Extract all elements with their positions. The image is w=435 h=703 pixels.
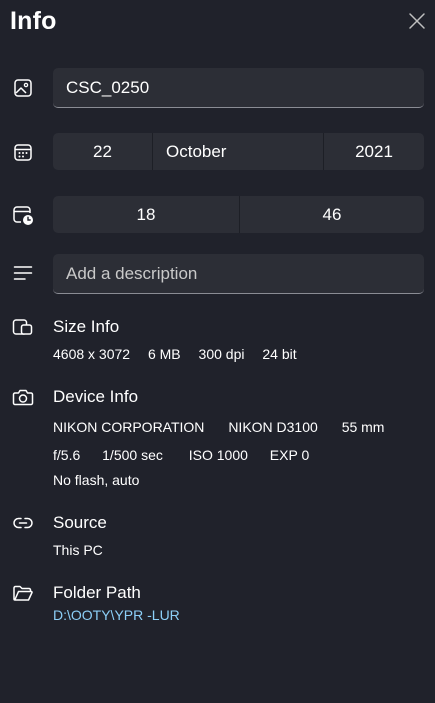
focal-length-value: 55 mm [341,419,385,435]
panel-title: Info [10,7,57,35]
calendar-icon [12,141,34,163]
size-info-row: 4608 x 3072 6 MB 300 dpi 24 bit [53,346,297,362]
calendar-clock-icon [12,204,34,226]
bit-depth-value: 24 bit [262,346,297,362]
device-row-2: f/5.6 1/500 sec ISO 1000 EXP 0 [53,447,309,463]
size-info-icon [12,316,34,338]
close-icon [409,13,425,29]
time-picker[interactable]: 18 46 [53,196,424,233]
folder-path-heading: Folder Path [53,583,141,602]
close-button[interactable] [404,8,430,34]
description-input[interactable] [53,254,424,293]
description-field[interactable] [53,254,424,294]
file-size-value: 6 MB [147,346,181,362]
date-day[interactable]: 22 [53,133,153,170]
info-panel: Info 22 October 2021 [0,0,435,703]
name-input[interactable] [53,68,424,107]
exposure-value: EXP 0 [269,447,310,463]
manufacturer-value: NIKON CORPORATION [53,419,205,435]
resolution-value: 300 dpi [198,346,245,362]
date-picker[interactable]: 22 October 2021 [53,133,424,170]
camera-icon [12,386,34,408]
folder-path-link[interactable]: D:\OOTY\YPR -LUR [53,607,180,623]
source-heading: Source [53,513,107,532]
dimensions-value: 4608 x 3072 [53,346,131,362]
name-field[interactable] [53,68,424,108]
device-row-3: No flash, auto [53,472,139,488]
time-hour[interactable]: 18 [53,196,240,233]
text-lines-icon [12,262,34,284]
date-month[interactable]: October [153,133,324,170]
iso-value: ISO 1000 [188,447,248,463]
flash-value: No flash, auto [53,472,140,488]
aperture-value: f/5.6 [53,447,81,463]
device-info-heading: Device Info [53,387,139,406]
time-minute[interactable]: 46 [240,196,424,233]
date-year[interactable]: 2021 [324,133,424,170]
link-icon [12,512,34,534]
source-value: This PC [53,542,103,558]
image-icon [12,77,34,99]
model-value: NIKON D3100 [228,419,318,435]
folder-icon [12,582,34,604]
shutter-value: 1/500 sec [102,447,163,463]
device-row-1: NIKON CORPORATION NIKON D3100 55 mm [53,419,384,435]
size-info-heading: Size Info [53,317,120,336]
